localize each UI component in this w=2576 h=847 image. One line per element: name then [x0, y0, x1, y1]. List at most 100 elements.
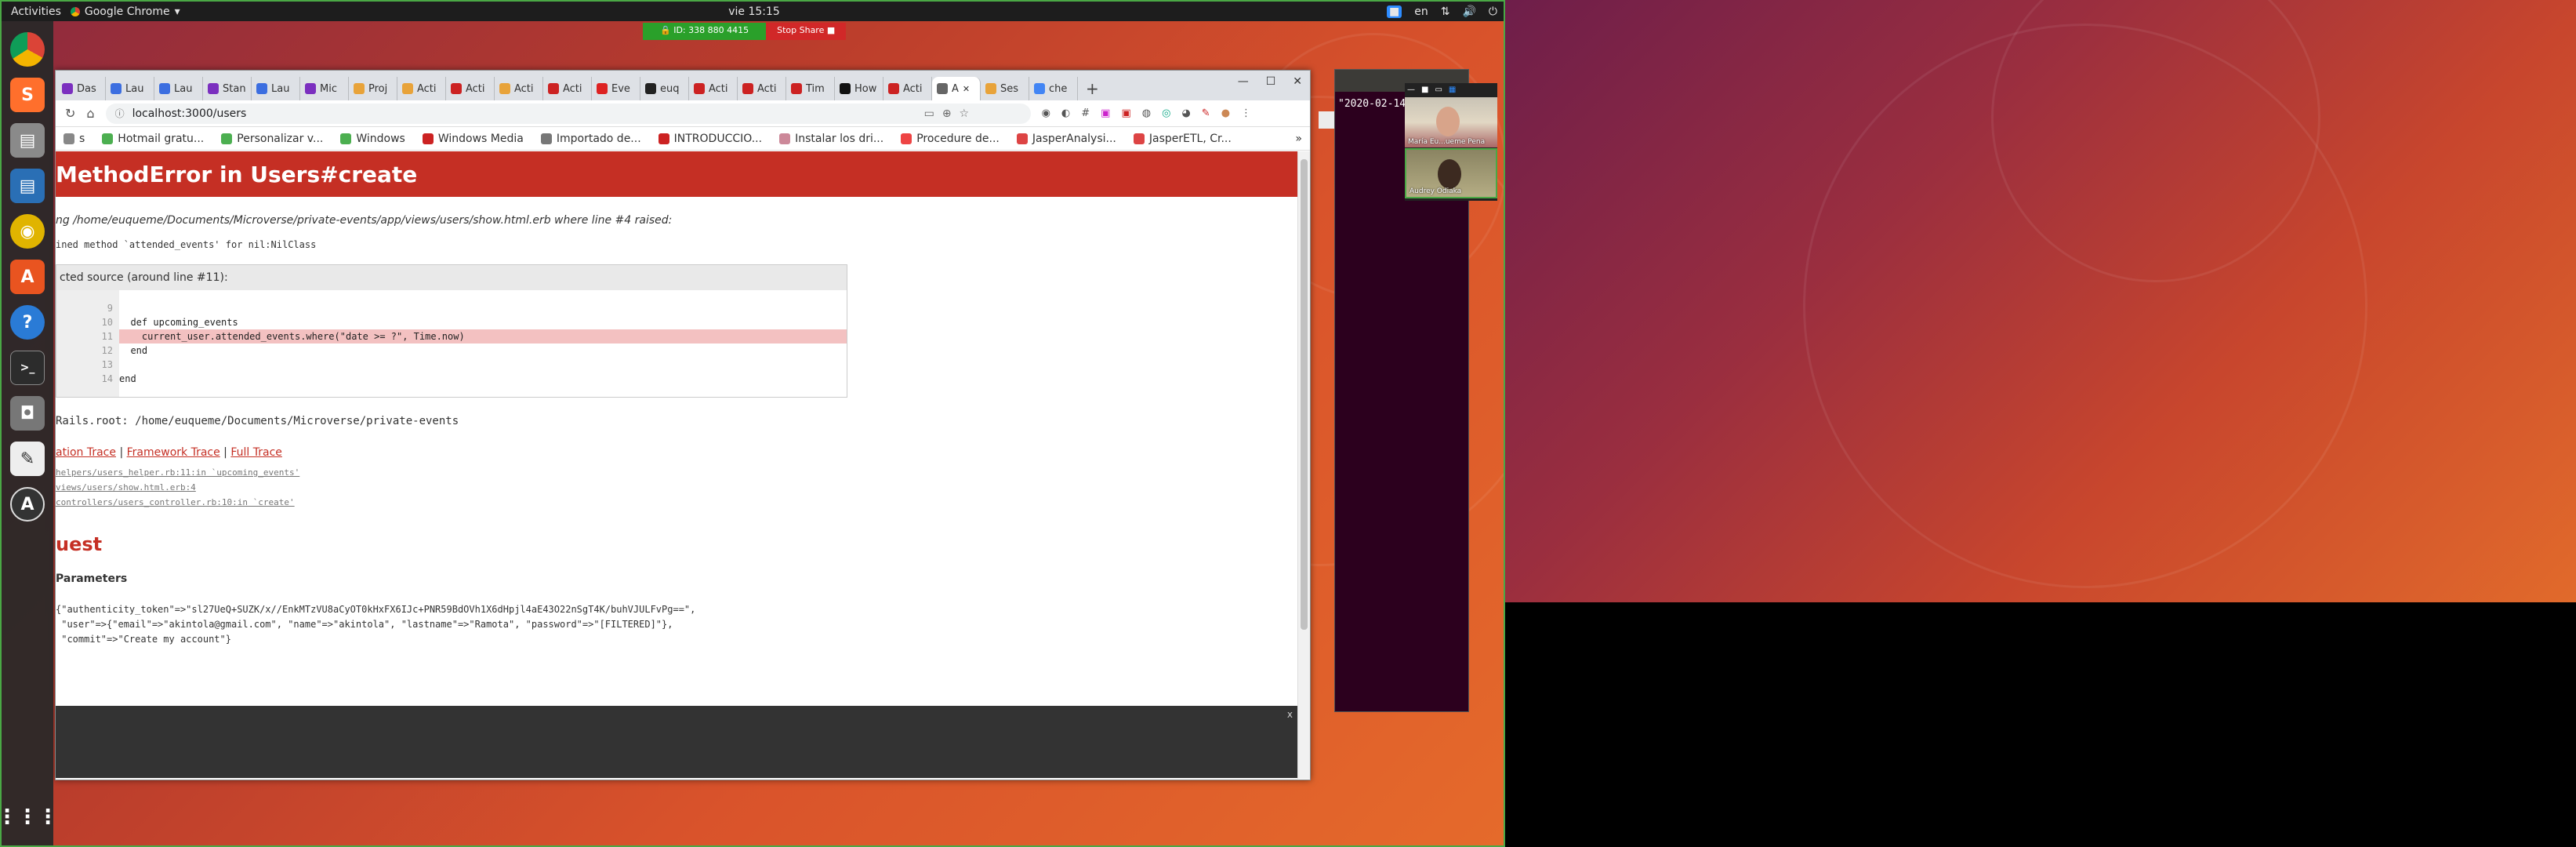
- extension-icon[interactable]: ▣: [1121, 107, 1130, 119]
- participant-video[interactable]: María Eu...ueme Pena: [1405, 97, 1497, 147]
- software-center-icon[interactable]: A: [10, 260, 45, 294]
- menu-icon[interactable]: ⋮: [1241, 107, 1251, 119]
- maximize-icon[interactable]: ☐: [1266, 75, 1276, 88]
- clock[interactable]: vie 15:15: [728, 5, 780, 18]
- app-menu[interactable]: Google Chrome ▾: [70, 5, 180, 18]
- participant-video[interactable]: Audrey Odiaka: [1405, 148, 1497, 198]
- browser-tab[interactable]: Acti: [495, 77, 543, 100]
- web-console[interactable]: x: [56, 706, 1297, 778]
- browser-tab[interactable]: Acti: [543, 77, 592, 100]
- bookmarks-overflow-icon[interactable]: »: [1295, 133, 1310, 145]
- stop-video-icon[interactable]: ■: [1421, 85, 1428, 94]
- zoom-lens-icon[interactable]: ⊕: [942, 107, 952, 120]
- text-editor-icon[interactable]: ✎: [10, 442, 45, 476]
- browser-tab[interactable]: Acti: [883, 77, 932, 100]
- writer-icon[interactable]: ▤: [10, 169, 45, 203]
- updater-icon[interactable]: A: [10, 487, 45, 522]
- chrome-icon[interactable]: [10, 32, 45, 67]
- browser-tab[interactable]: Lau: [154, 77, 203, 100]
- scrollbar-thumb[interactable]: [1301, 159, 1308, 630]
- extension-icon[interactable]: ◎: [1162, 107, 1170, 119]
- page-scrollbar[interactable]: [1297, 151, 1310, 779]
- tab-close-icon[interactable]: ✕: [963, 84, 970, 94]
- minimize-icon[interactable]: —: [1238, 75, 1249, 88]
- show-applications-icon[interactable]: ⋮⋮⋮: [2, 800, 58, 834]
- browser-tab[interactable]: How: [835, 77, 883, 100]
- bookmark-item[interactable]: Windows Media: [422, 133, 524, 145]
- bookmark-item[interactable]: JasperAnalysi...: [1016, 132, 1116, 145]
- browser-tab[interactable]: Mic: [300, 77, 349, 100]
- bookmark-item[interactable]: s: [63, 133, 85, 145]
- terminal-icon[interactable]: >_: [10, 351, 45, 385]
- camera-icon[interactable]: ◘: [10, 396, 45, 431]
- framework-trace-link[interactable]: Framework Trace: [127, 446, 220, 459]
- desktop-screen: Activities Google Chrome ▾ vie 15:15 ■ e…: [0, 0, 1505, 847]
- console-close-button[interactable]: x: [1287, 709, 1293, 720]
- browser-tab[interactable]: Das: [57, 77, 106, 100]
- browser-tab[interactable]: Acti: [738, 77, 786, 100]
- bookmark-item[interactable]: INTRODUCCIO...: [658, 133, 762, 145]
- full-trace-link[interactable]: Full Trace: [230, 446, 282, 459]
- help-icon[interactable]: ?: [10, 305, 45, 340]
- extension-icon[interactable]: ◐: [1061, 107, 1070, 119]
- new-tab-button[interactable]: +: [1086, 77, 1099, 100]
- bookmark-item[interactable]: Hotmail gratu...: [102, 133, 204, 145]
- fullscreen-icon[interactable]: ▭: [1435, 85, 1442, 94]
- language-indicator[interactable]: en: [1414, 5, 1428, 18]
- bookmark-item[interactable]: Importado de...: [540, 133, 641, 145]
- home-icon[interactable]: ⌂: [86, 106, 94, 121]
- browser-tab[interactable]: Ses: [981, 77, 1029, 100]
- bookmark-label: Procedure de...: [916, 132, 1000, 145]
- browser-tab[interactable]: Eve: [592, 77, 640, 100]
- bookmark-item[interactable]: Procedure de...: [901, 133, 1000, 145]
- trace-item[interactable]: helpers/users_helper.rb:11:in `upcoming_…: [56, 465, 1297, 480]
- trace-item[interactable]: controllers/users_controller.rb:10:in `c…: [56, 495, 1297, 510]
- extension-icon[interactable]: ✎: [1202, 107, 1210, 119]
- close-icon[interactable]: ✕: [1293, 75, 1302, 88]
- files-icon[interactable]: ▤: [10, 123, 45, 158]
- browser-tab[interactable]: Tim: [786, 77, 835, 100]
- bookmark-item[interactable]: JasperETL, Cr...: [1133, 133, 1232, 145]
- bookmark-item[interactable]: Instalar los dri...: [779, 133, 883, 145]
- profile-avatar[interactable]: ●: [1221, 107, 1230, 119]
- star-icon[interactable]: ☆: [960, 107, 970, 120]
- browser-tab[interactable]: euq: [640, 77, 689, 100]
- bookmark-item[interactable]: Personalizar v...: [221, 133, 323, 145]
- browser-tab[interactable]: Stan: [203, 77, 252, 100]
- tab-label: Acti: [514, 82, 534, 95]
- stop-share-button[interactable]: Stop Share ■: [766, 23, 847, 40]
- trace-item[interactable]: views/users/show.html.erb:4: [56, 480, 1297, 495]
- browser-tab[interactable]: Proj: [349, 77, 397, 100]
- minimize-video-icon[interactable]: —: [1407, 85, 1415, 94]
- browser-tab[interactable]: Acti: [689, 77, 738, 100]
- cast-icon[interactable]: ▭: [924, 107, 934, 120]
- browser-tab[interactable]: che: [1029, 77, 1078, 100]
- rhythmbox-icon[interactable]: ◉: [10, 214, 45, 249]
- extension-icon[interactable]: ◕: [1181, 107, 1190, 119]
- info-icon[interactable]: ⓘ: [115, 107, 125, 120]
- extension-icon[interactable]: ◉: [1042, 107, 1050, 119]
- activities-button[interactable]: Activities: [2, 5, 71, 18]
- address-bar[interactable]: ⓘ ▭ ⊕ ☆: [105, 103, 1031, 124]
- browser-tab[interactable]: Lau: [106, 77, 154, 100]
- volume-icon[interactable]: 🔊: [1462, 5, 1475, 18]
- gallery-view-icon[interactable]: ▦: [1449, 85, 1456, 94]
- browser-tab[interactable]: Acti: [397, 77, 446, 100]
- extension-icon[interactable]: #: [1081, 107, 1090, 119]
- zoom-icon[interactable]: ■: [1387, 5, 1402, 18]
- chrome-window[interactable]: Das Lau Lau Stan Lau Mic Proj Acti Acti Acti Acti E…: [55, 70, 1311, 780]
- sublime-icon[interactable]: S: [10, 78, 45, 112]
- application-trace-link[interactable]: ation Trace: [56, 446, 116, 459]
- extension-icon[interactable]: ◍: [1142, 107, 1151, 119]
- bookmark-label: JasperAnalysi...: [1032, 132, 1116, 145]
- browser-tab[interactable]: Acti: [446, 77, 495, 100]
- bookmark-item[interactable]: Windows: [340, 133, 405, 145]
- browser-tab[interactable]: Lau: [252, 77, 300, 100]
- system-tray[interactable]: ■ en ⇅ 🔊 ⏻: [1387, 5, 1497, 18]
- url-input[interactable]: [132, 107, 916, 120]
- power-icon[interactable]: ⏻: [1489, 5, 1497, 18]
- extension-icon[interactable]: ▣: [1101, 107, 1110, 119]
- browser-tab[interactable]: A ✕: [932, 77, 981, 100]
- reload-icon[interactable]: ↻: [65, 106, 75, 121]
- network-icon[interactable]: ⇅: [1441, 5, 1450, 18]
